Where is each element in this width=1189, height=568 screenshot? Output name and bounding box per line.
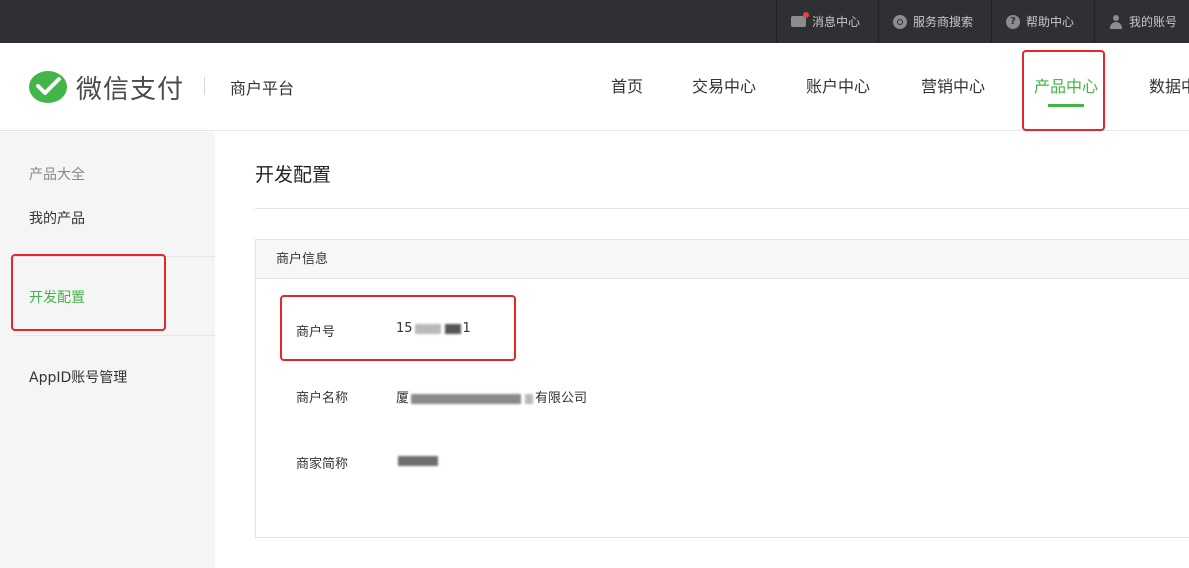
merchant-name-suffix: 有限公司	[535, 391, 588, 406]
wechat-pay-logo-icon	[28, 70, 68, 106]
platform-title: 商户平台	[230, 79, 295, 98]
merchant-name-value: 厦 有限公司	[396, 387, 587, 406]
main-header: 微信支付 商户平台 首页 交易中心 账户中心 营销中心 产品中心 数据中	[0, 43, 1189, 131]
provider-search-link[interactable]: 服务商搜索	[878, 0, 991, 43]
provider-search-label: 服务商搜索	[913, 15, 974, 29]
my-account-link[interactable]: 我的账号	[1094, 0, 1189, 43]
mail-icon	[791, 12, 809, 27]
top-bar: 消息中心 服务商搜索 ? 帮助中心 我的账号	[0, 0, 1189, 43]
nav-data-center[interactable]: 数据中	[1149, 73, 1189, 97]
help-icon: ?	[1006, 14, 1020, 29]
redacted-block	[398, 455, 438, 466]
message-center-label: 消息中心	[812, 15, 861, 29]
nav-account-center[interactable]: 账户中心	[806, 73, 870, 97]
help-center-link[interactable]: ? 帮助中心	[991, 0, 1094, 43]
logo-divider	[204, 77, 205, 95]
panel-title: 商户信息	[256, 240, 1189, 279]
brand-name: 微信支付	[76, 75, 185, 105]
sidebar-divider	[15, 335, 215, 336]
dev-config-highlight-box	[11, 254, 166, 331]
search-icon	[893, 14, 907, 29]
message-center-link[interactable]: 消息中心	[776, 0, 878, 43]
user-icon	[1109, 14, 1123, 29]
page-title: 开发配置	[255, 164, 332, 186]
title-divider	[255, 208, 1189, 209]
nav-home[interactable]: 首页	[611, 73, 643, 97]
merchant-id-highlight-box	[280, 295, 516, 361]
merchant-info-panel: 商户信息 商户号 15 1 商户名称 厦有限公司 商家简称	[255, 239, 1189, 538]
product-center-highlight-box	[1022, 50, 1105, 131]
sidebar-item-appid-management[interactable]: AppID账号管理	[29, 367, 127, 387]
sidebar-group-title: 产品大全	[29, 167, 85, 183]
nav-marketing-center[interactable]: 营销中心	[921, 73, 985, 97]
wechat-pay-logo[interactable]: 微信支付	[28, 69, 184, 106]
sidebar: 产品大全 我的产品 开发配置 AppID账号管理	[0, 132, 215, 568]
help-center-label: 帮助中心	[1026, 15, 1075, 29]
nav-trade-center[interactable]: 交易中心	[692, 73, 756, 97]
sidebar-item-my-products[interactable]: 我的产品	[29, 208, 85, 228]
merchant-short-name-value	[396, 453, 440, 468]
redacted-block	[411, 393, 522, 404]
merchant-short-name-label: 商家简称	[296, 457, 349, 472]
merchant-name-label: 商户名称	[296, 391, 349, 406]
my-account-label: 我的账号	[1129, 15, 1178, 29]
redacted-block	[525, 393, 534, 404]
merchant-name-prefix: 厦	[396, 391, 410, 406]
